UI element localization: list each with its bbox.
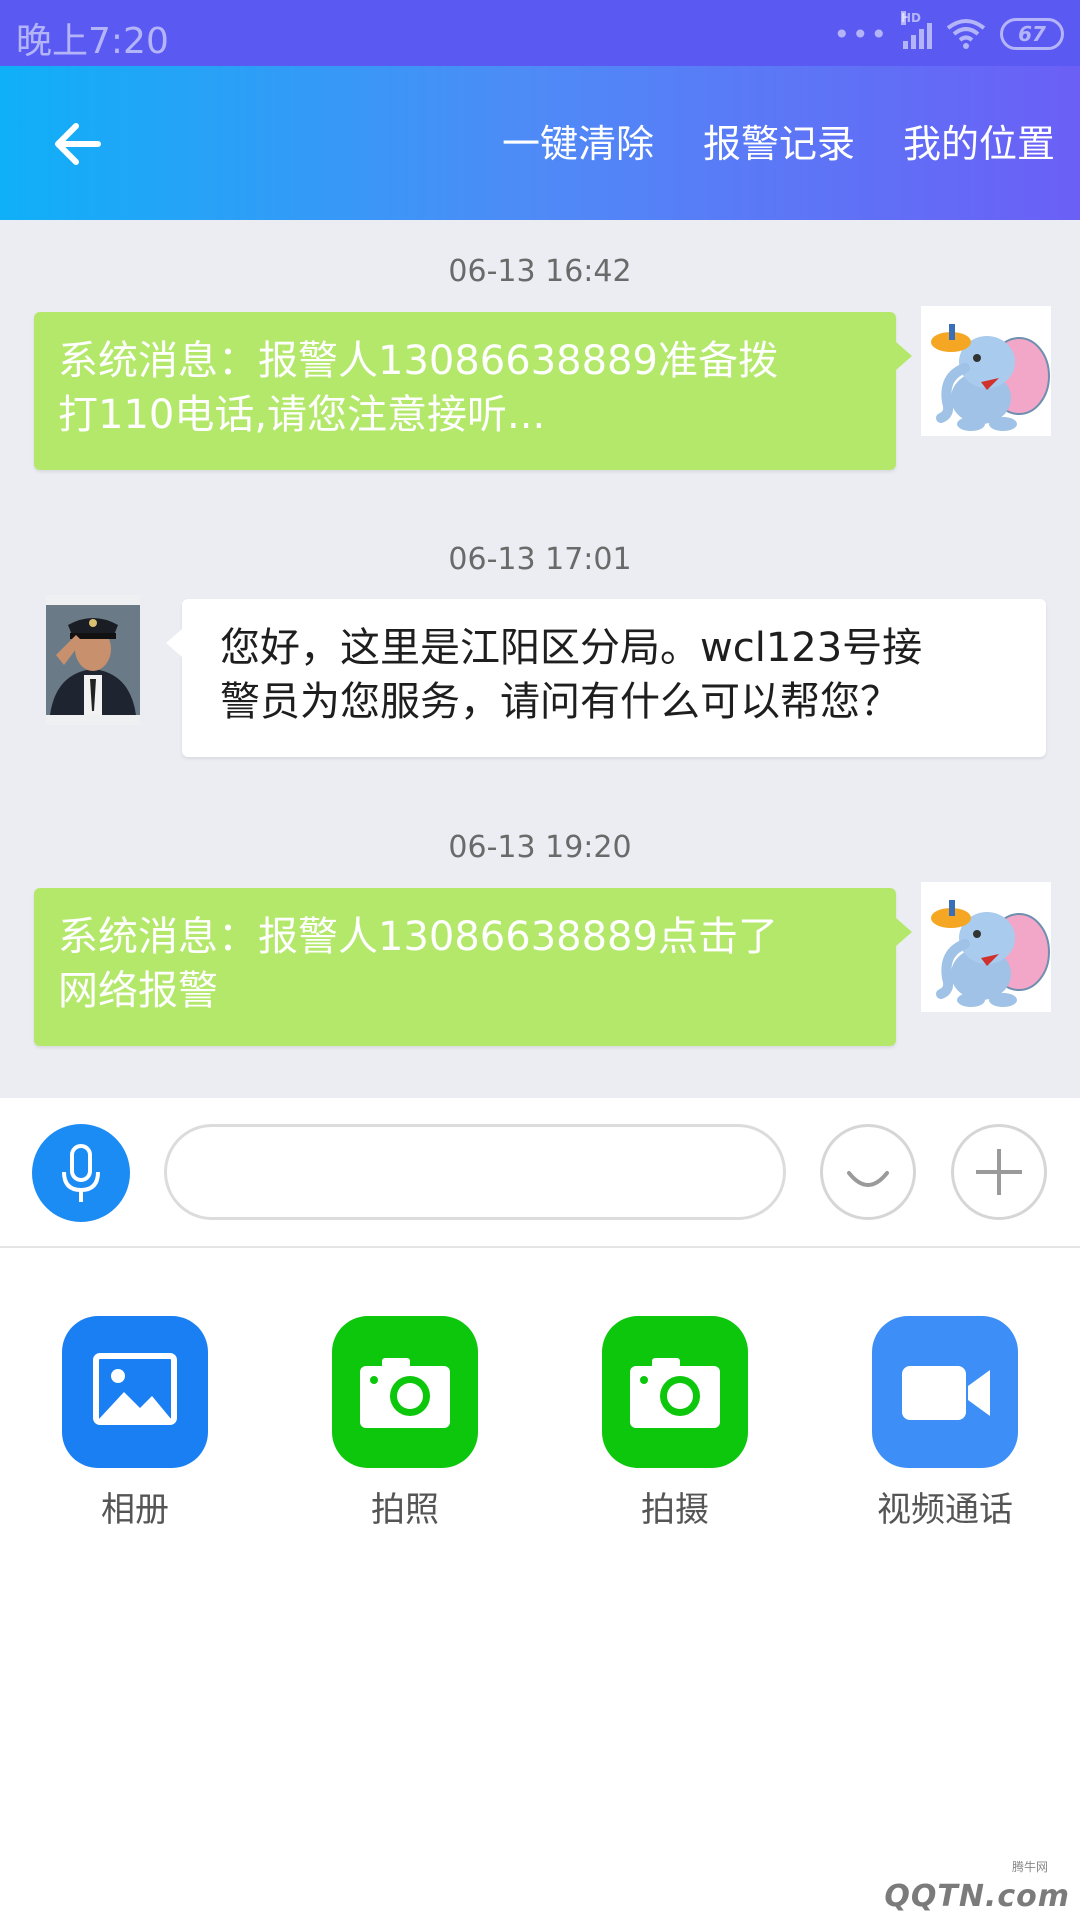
my-location-button[interactable]: 我的位置 (903, 116, 1055, 172)
smiley-icon (847, 1171, 889, 1187)
message-line: 系统消息：报警人13086638889点击了 (58, 914, 778, 960)
watermark-text: QQTN.com (884, 1879, 1070, 1914)
message-line: 网络报警 (58, 968, 218, 1014)
plus-icon (976, 1149, 1022, 1195)
tool-label: 拍照 (371, 1490, 439, 1530)
more-button[interactable] (951, 1124, 1047, 1220)
video-camera-icon (872, 1316, 1018, 1468)
system-avatar[interactable] (921, 882, 1051, 1012)
watermark: 腾牛网 QQTN.com (870, 1856, 1070, 1916)
tool-video-call[interactable]: 视频通话 (835, 1316, 1055, 1531)
wifi-icon (946, 19, 986, 49)
back-arrow-icon[interactable] (48, 114, 108, 174)
input-bar (0, 1098, 1080, 1248)
message-line: 打110电话,请您注意接听... (58, 392, 546, 438)
message-timestamp: 06-13 17:01 (448, 542, 632, 577)
elephant-avatar-icon (931, 324, 1050, 431)
message-line: 您好，这里是江阳区分局。wcl123号接 (220, 625, 923, 671)
signal-icon: HD (901, 11, 932, 49)
police-officer-avatar-icon (46, 595, 140, 725)
system-message-bubble[interactable]: 系统消息：报警人13086638889点击了 网络报警 (34, 888, 912, 1046)
header: 晚上7:20 ••• HD 67 一键清除 报警记录 我的位置 (0, 0, 1080, 220)
tool-label: 视频通话 (877, 1490, 1013, 1530)
status-time: 晚上7:20 (16, 21, 169, 62)
message-line: 系统消息：报警人13086638889准备拨 (58, 338, 778, 384)
message-input[interactable] (164, 1124, 786, 1220)
camera-icon (332, 1316, 478, 1468)
tool-take-photo[interactable]: 拍照 (295, 1316, 515, 1531)
network-type-label: HD (901, 11, 922, 25)
app-bar: 一键清除 报警记录 我的位置 (0, 66, 1080, 220)
chat-area[interactable]: 06-13 16:42 系统消息：报警人13086638889准备拨 打110电… (0, 220, 1080, 1098)
message-line: 警员为您服务，请问有什么可以帮您？ (220, 679, 900, 725)
image-icon (62, 1316, 208, 1468)
system-avatar[interactable] (921, 306, 1051, 436)
status-bar: 晚上7:20 ••• HD 67 (0, 0, 1080, 66)
tool-label: 相册 (101, 1490, 169, 1530)
tools-panel: 相册 拍照 拍摄 视频通话 腾牛网 QQTN.com (0, 1250, 1080, 1920)
voice-button[interactable] (32, 1124, 130, 1222)
camera-icon (602, 1316, 748, 1468)
message-timestamp: 06-13 16:42 (448, 254, 632, 289)
alarm-records-button[interactable]: 报警记录 (703, 116, 855, 172)
more-dots-icon: ••• (833, 17, 889, 51)
clear-all-button[interactable]: 一键清除 (502, 116, 654, 172)
tool-album[interactable]: 相册 (25, 1316, 245, 1531)
microphone-icon (62, 1144, 100, 1202)
emoji-button[interactable] (820, 1124, 916, 1220)
message-timestamp: 06-13 19:20 (448, 830, 632, 865)
tool-label: 拍摄 (641, 1490, 709, 1530)
system-message-bubble[interactable]: 系统消息：报警人13086638889准备拨 打110电话,请您注意接听... (34, 312, 912, 470)
officer-message-bubble[interactable]: 您好，这里是江阳区分局。wcl123号接 警员为您服务，请问有什么可以帮您？ (166, 599, 1046, 757)
watermark-small-text: 腾牛网 (1011, 1860, 1048, 1874)
officer-avatar[interactable] (46, 595, 140, 725)
elephant-avatar-icon (931, 900, 1050, 1007)
tool-record-video[interactable]: 拍摄 (565, 1316, 785, 1531)
battery-icon: 67 (1000, 18, 1064, 50)
status-icons: ••• HD 67 (833, 11, 1064, 54)
